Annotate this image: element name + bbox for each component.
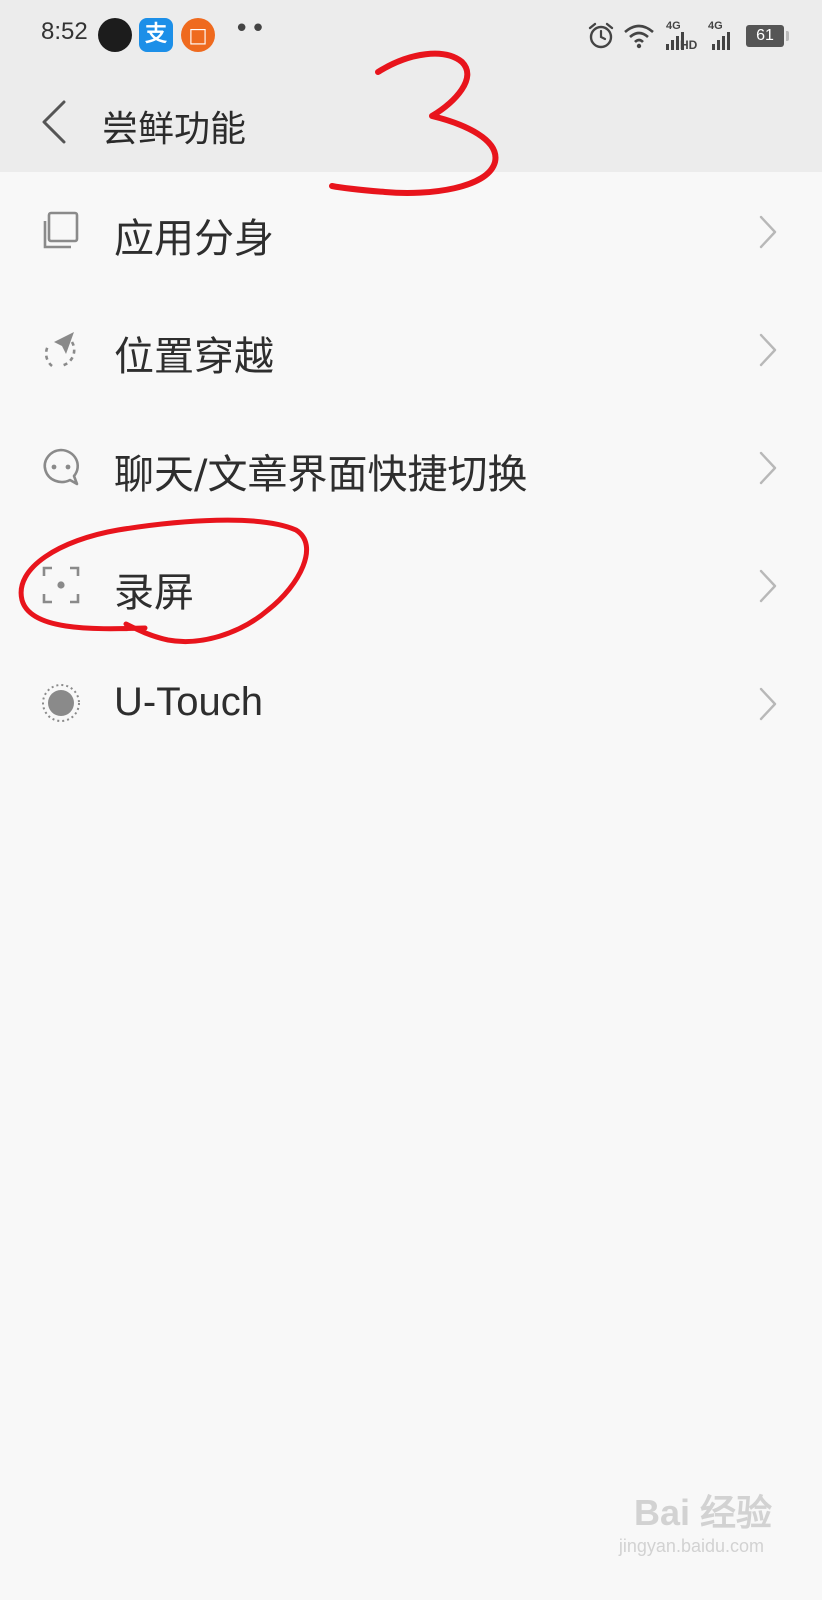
list-item-location-travel[interactable]: 位置穿越 — [0, 290, 822, 408]
u-touch-icon — [42, 684, 80, 722]
watermark-url: jingyan.baidu.com — [618, 1536, 764, 1556]
screen-record-icon — [42, 566, 80, 604]
status-bar: 8:52 支 □ •• 4G HD 4G 61 — [0, 0, 822, 72]
list-item-u-touch[interactable]: U-Touch — [0, 644, 822, 762]
black-dot-icon — [98, 18, 132, 52]
app-bar: 尝鲜功能 — [0, 72, 822, 172]
signal-1-icon: 4G HD — [662, 20, 698, 52]
list-item-label: 位置穿越 — [114, 334, 274, 380]
list-item-label: U-Touch — [114, 680, 263, 724]
location-travel-icon — [44, 332, 76, 368]
status-time: 8:52 — [41, 18, 88, 45]
battery-icon: 61 — [746, 25, 789, 47]
back-button[interactable] — [32, 94, 82, 150]
alipay-icon: 支 — [139, 18, 173, 52]
system-icons: 4G HD 4G 61 — [586, 16, 789, 56]
chevron-right-icon — [759, 569, 777, 603]
watermark-logo: Bai 经验 — [633, 1492, 772, 1533]
app-clone-icon — [43, 211, 79, 249]
list-item-app-clone[interactable]: 应用分身 — [0, 172, 822, 290]
chevron-left-icon — [42, 100, 66, 144]
chevron-right-icon — [759, 687, 777, 721]
signal-2-icon: 4G — [704, 20, 740, 52]
chat-bubble-icon — [43, 448, 79, 486]
chevron-right-icon — [759, 333, 777, 367]
chevron-right-icon — [759, 215, 777, 249]
watermark: Bai 经验 jingyan.baidu.com — [602, 1484, 772, 1570]
page-title: 尝鲜功能 — [102, 109, 247, 150]
orange-app-icon: □ — [181, 18, 215, 52]
hd-label: HD — [680, 38, 698, 52]
list-item-label: 应用分身 — [114, 216, 274, 262]
chevron-right-icon — [759, 451, 777, 485]
list-item-label: 聊天/文章界面快捷切换 — [114, 452, 528, 498]
wifi-icon — [624, 24, 654, 49]
settings-list: 应用分身 位置穿越 聊天/文章界面快捷切换 录屏 U-Touch — [0, 172, 822, 762]
list-item-chat-switch[interactable]: 聊天/文章界面快捷切换 — [0, 408, 822, 526]
more-notifications-icon: •• — [234, 14, 267, 44]
list-item-label: 录屏 — [114, 570, 194, 616]
list-item-screen-record[interactable]: 录屏 — [0, 526, 822, 644]
alarm-icon — [588, 22, 614, 49]
